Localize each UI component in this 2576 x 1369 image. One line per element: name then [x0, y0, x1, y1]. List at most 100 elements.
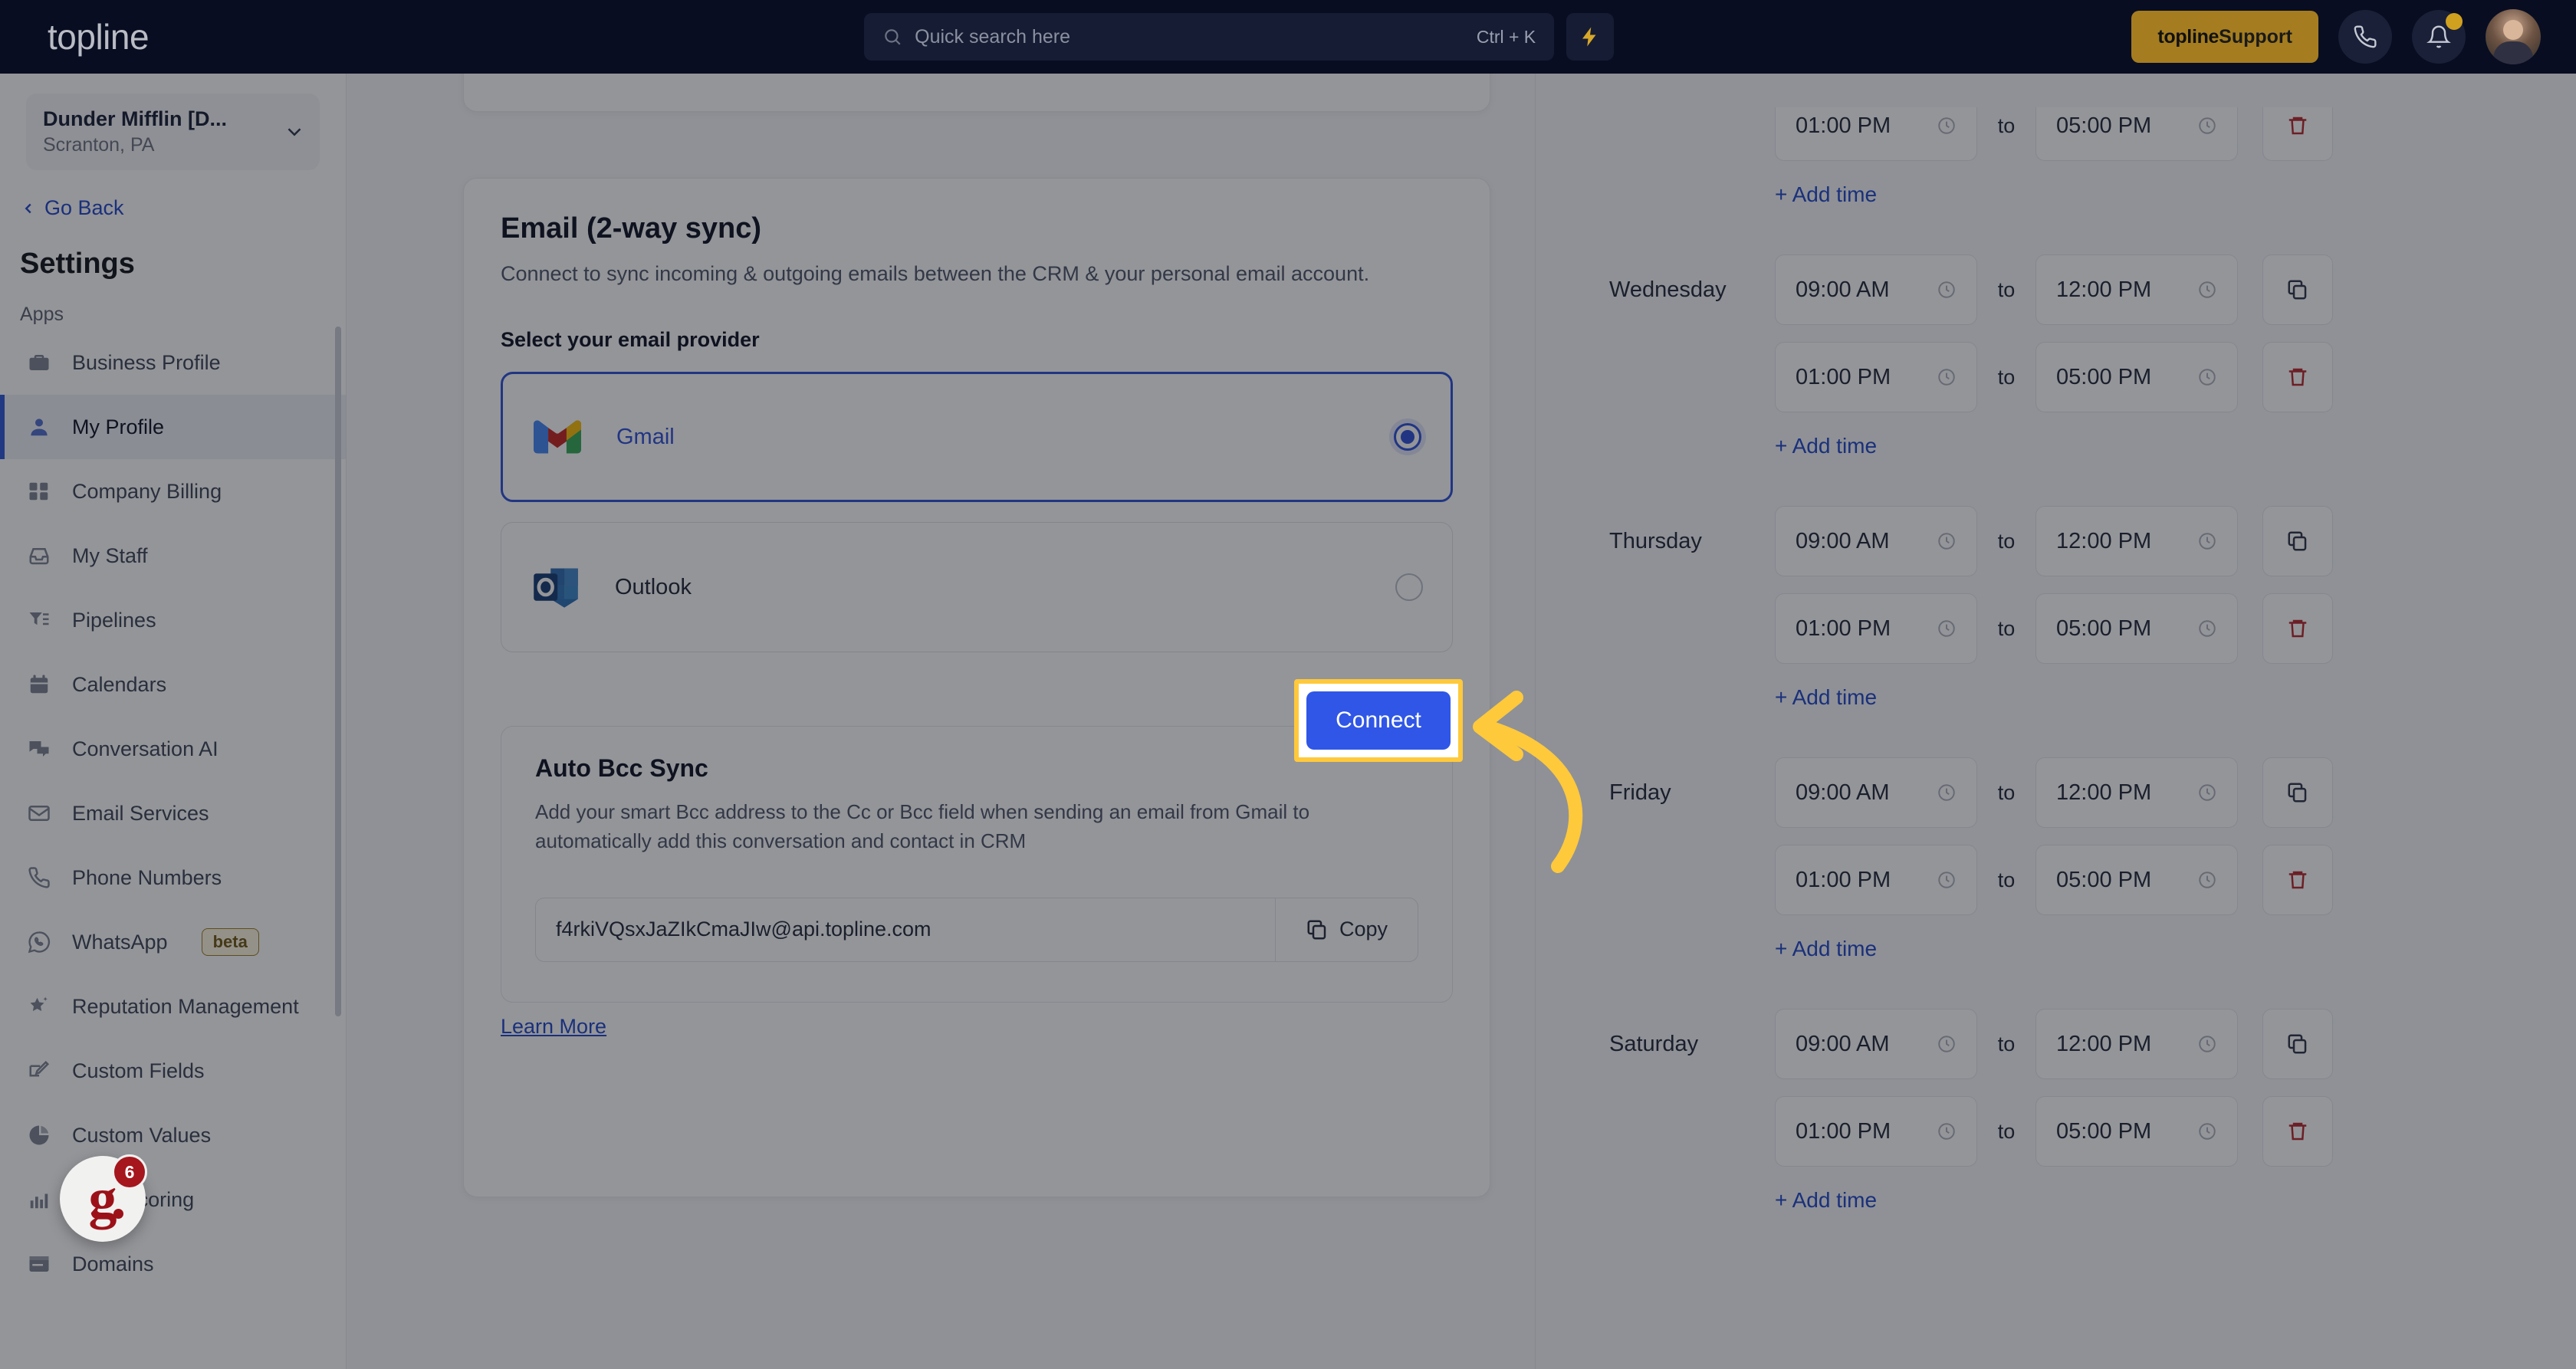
support-chat-widget[interactable]: g 6 [60, 1154, 147, 1242]
phone-button[interactable] [2338, 10, 2392, 64]
sidebar-item-calendars[interactable]: Calendars [0, 652, 346, 717]
time-row: Wednesday 09:00 AM to 12:00 PM [1609, 254, 2512, 325]
delete-time-button[interactable] [2262, 593, 2333, 664]
sidebar-item-business-profile[interactable]: Business Profile [0, 330, 346, 395]
copy-time-button[interactable] [2262, 254, 2333, 325]
clock-icon [2199, 620, 2216, 637]
connect-button[interactable]: Connect [1306, 691, 1451, 750]
start-time-value: 01:00 PM [1796, 867, 1891, 892]
sidebar-item-company-billing[interactable]: Company Billing [0, 459, 346, 524]
sidebar-item-label: Phone Numbers [72, 865, 222, 889]
end-time-input[interactable]: 05:00 PM [2036, 593, 2238, 664]
copy-icon [2288, 280, 2307, 300]
trash-icon [2288, 619, 2307, 638]
add-time-button[interactable]: + Add time [1775, 434, 2512, 458]
sidebar-item-phone-numbers[interactable]: Phone Numbers [0, 845, 346, 910]
sidebar-item-custom-fields[interactable]: Custom Fields [0, 1039, 346, 1103]
end-time-input[interactable]: 05:00 PM [2036, 1096, 2238, 1167]
start-time-input[interactable]: 01:00 PM [1775, 1096, 1977, 1167]
avatar[interactable] [2486, 9, 2541, 64]
sidebar-item-custom-values[interactable]: Custom Values [0, 1103, 346, 1167]
start-time-value: 09:00 AM [1796, 277, 1890, 302]
status-badge: beta [201, 928, 259, 956]
sidebar-item-whatsapp[interactable]: WhatsApp beta [0, 910, 346, 974]
copy-time-button[interactable] [2262, 757, 2333, 828]
trash-icon [2288, 1122, 2307, 1141]
provider-radio-outlook[interactable] [1395, 573, 1423, 602]
end-time-input[interactable]: 12:00 PM [2036, 757, 2238, 828]
availability-schedule-column: 01:00 PM to 05:00 PM + Add time Wednesda… [1535, 74, 2576, 1369]
add-time-button[interactable]: + Add time [1775, 182, 2512, 207]
clock-icon [1938, 620, 1955, 637]
app-logo[interactable]: topline [0, 16, 347, 57]
day-block-wednesday: Wednesday 09:00 AM to 12:00 PM 01:00 PM … [1609, 254, 2512, 458]
delete-time-button[interactable] [2262, 1096, 2333, 1167]
sidebar-item-lead-scoring[interactable]: Lead Scoring [0, 1167, 346, 1232]
day-label: Wednesday [1609, 277, 1727, 302]
start-time-input[interactable]: 01:00 PM [1775, 593, 1977, 664]
quick-actions-button[interactable] [1566, 13, 1615, 61]
end-time-input[interactable]: 05:00 PM [2036, 342, 2238, 412]
delete-time-button[interactable] [2262, 342, 2333, 412]
add-time-button[interactable]: + Add time [1775, 937, 2512, 961]
day-block-saturday: Saturday 09:00 AM to 12:00 PM 01:00 PM t… [1609, 1009, 2512, 1213]
email-card-description: Connect to sync incoming & outgoing emai… [501, 262, 1370, 285]
start-time-input[interactable]: 01:00 PM [1775, 845, 1977, 915]
start-time-input[interactable]: 01:00 PM [1775, 342, 1977, 412]
sidebar-item-label: Custom Fields [72, 1059, 205, 1082]
provider-option-outlook[interactable]: Outlook [501, 522, 1453, 653]
sidebar-item-email-services[interactable]: Email Services [0, 781, 346, 845]
copy-time-button[interactable] [2262, 1009, 2333, 1079]
chevron-left-icon [25, 203, 31, 213]
sidebar-item-my-profile[interactable]: My Profile [0, 395, 346, 459]
end-time-input[interactable]: 05:00 PM [2036, 107, 2238, 161]
sidebar-item-pipelines[interactable]: Pipelines [0, 588, 346, 652]
sidebar-item-my-staff[interactable]: My Staff [0, 524, 346, 588]
add-time-button[interactable]: + Add time [1775, 685, 2512, 710]
chart-bars-icon [26, 1187, 52, 1213]
search-input[interactable]: Quick search here Ctrl + K [864, 13, 1555, 61]
sidebar-item-conversation-ai[interactable]: Conversation AI [0, 717, 346, 781]
start-time-input[interactable]: 01:00 PM [1775, 107, 1977, 161]
topbar-actions: topline Support [2131, 9, 2576, 64]
delete-time-button[interactable] [2262, 845, 2333, 915]
start-time-value: 01:00 PM [1796, 616, 1891, 641]
copy-bcc-address-button[interactable]: Copy [1275, 898, 1418, 961]
provider-radio-gmail[interactable] [1394, 423, 1421, 451]
organization-switcher[interactable]: Dunder Mifflin [D... Scranton, PA [26, 94, 320, 170]
provider-option-gmail[interactable]: Gmail [501, 372, 1453, 503]
add-time-button[interactable]: + Add time [1775, 1188, 2512, 1213]
start-time-input[interactable]: 09:00 AM [1775, 506, 1977, 576]
sidebar-item-reputation-management[interactable]: Reputation Management [0, 974, 346, 1039]
auto-bcc-address-field[interactable]: f4rkiVQsxJaZIkCmaJIw@api.topline.com Cop… [535, 897, 1418, 962]
end-time-input[interactable]: 12:00 PM [2036, 1009, 2238, 1079]
sidebar-item-label: WhatsApp [72, 930, 168, 954]
time-row: Friday 09:00 AM to 12:00 PM [1609, 757, 2512, 828]
end-time-value: 05:00 PM [2056, 867, 2152, 892]
sidebar-item-domains[interactable]: Domains [0, 1232, 346, 1296]
end-time-input[interactable]: 12:00 PM [2036, 254, 2238, 325]
day-label: Saturday [1609, 1031, 1699, 1056]
search-icon [885, 29, 901, 45]
sidebar-item-label: My Profile [72, 415, 165, 438]
go-back-link[interactable]: Go Back [20, 196, 346, 220]
auto-bcc-address-value: f4rkiVQsxJaZIkCmaJIw@api.topline.com [556, 918, 932, 941]
widget-unread-badge: 6 [112, 1154, 147, 1190]
clock-icon [1938, 872, 1955, 888]
copy-time-button[interactable] [2262, 506, 2333, 576]
start-time-input[interactable]: 09:00 AM [1775, 254, 1977, 325]
clock-icon [1938, 1123, 1955, 1140]
page-title: Settings [20, 248, 135, 280]
learn-more-link[interactable]: Learn More [501, 1015, 606, 1039]
start-time-input[interactable]: 09:00 AM [1775, 757, 1977, 828]
end-time-input[interactable]: 12:00 PM [2036, 506, 2238, 576]
start-time-input[interactable]: 09:00 AM [1775, 1009, 1977, 1079]
time-row: 01:00 PM to 05:00 PM [1609, 1096, 2512, 1167]
bell-icon [2426, 25, 2451, 48]
gmail-logo [531, 410, 584, 464]
topline-support-button[interactable]: topline Support [2131, 11, 2318, 63]
notifications-button[interactable] [2412, 10, 2466, 64]
end-time-input[interactable]: 05:00 PM [2036, 845, 2238, 915]
sidebar-scrollbar[interactable] [335, 327, 341, 1016]
delete-time-button[interactable] [2262, 107, 2333, 161]
